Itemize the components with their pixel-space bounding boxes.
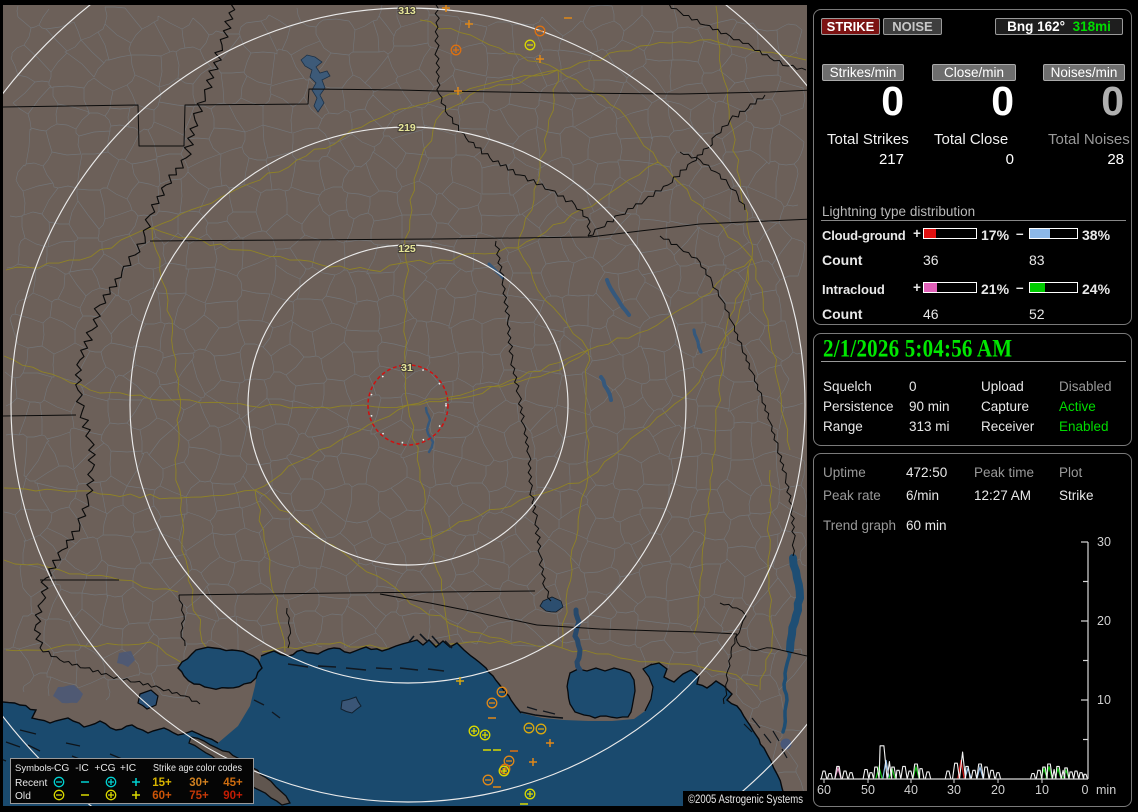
svg-text:125: 125 (398, 243, 416, 255)
svg-text:+CG: +CG (94, 763, 115, 774)
svg-text:10: 10 (1035, 783, 1049, 797)
svg-text:Symbols: Symbols (15, 763, 52, 774)
svg-text:75+: 75+ (189, 790, 209, 802)
svg-text:30+: 30+ (189, 777, 209, 789)
svg-text:60: 60 (817, 783, 831, 797)
svg-text:+IC: +IC (120, 763, 136, 774)
svg-text:30: 30 (1097, 535, 1111, 549)
svg-text:31: 31 (401, 362, 413, 374)
svg-text:©2005 Astrogenic Systems: ©2005 Astrogenic Systems (688, 794, 803, 806)
svg-text:219: 219 (398, 122, 416, 134)
svg-text:-CG: -CG (51, 763, 70, 774)
svg-text:15+: 15+ (152, 777, 172, 789)
svg-text:Old: Old (15, 791, 31, 802)
svg-text:min: min (1096, 783, 1116, 797)
svg-text:60+: 60+ (152, 790, 172, 802)
svg-text:Recent: Recent (15, 778, 47, 789)
svg-text:30: 30 (947, 783, 961, 797)
svg-text:Strike age color codes: Strike age color codes (153, 763, 242, 774)
svg-text:-IC: -IC (75, 763, 89, 774)
svg-text:10: 10 (1097, 693, 1111, 707)
svg-text:20: 20 (1097, 614, 1111, 628)
svg-text:20: 20 (991, 783, 1005, 797)
svg-text:313: 313 (398, 5, 416, 17)
svg-text:45+: 45+ (223, 777, 243, 789)
svg-text:0: 0 (1082, 783, 1089, 797)
svg-text:50: 50 (861, 783, 875, 797)
svg-text:40: 40 (904, 783, 918, 797)
svg-text:90+: 90+ (223, 790, 243, 802)
